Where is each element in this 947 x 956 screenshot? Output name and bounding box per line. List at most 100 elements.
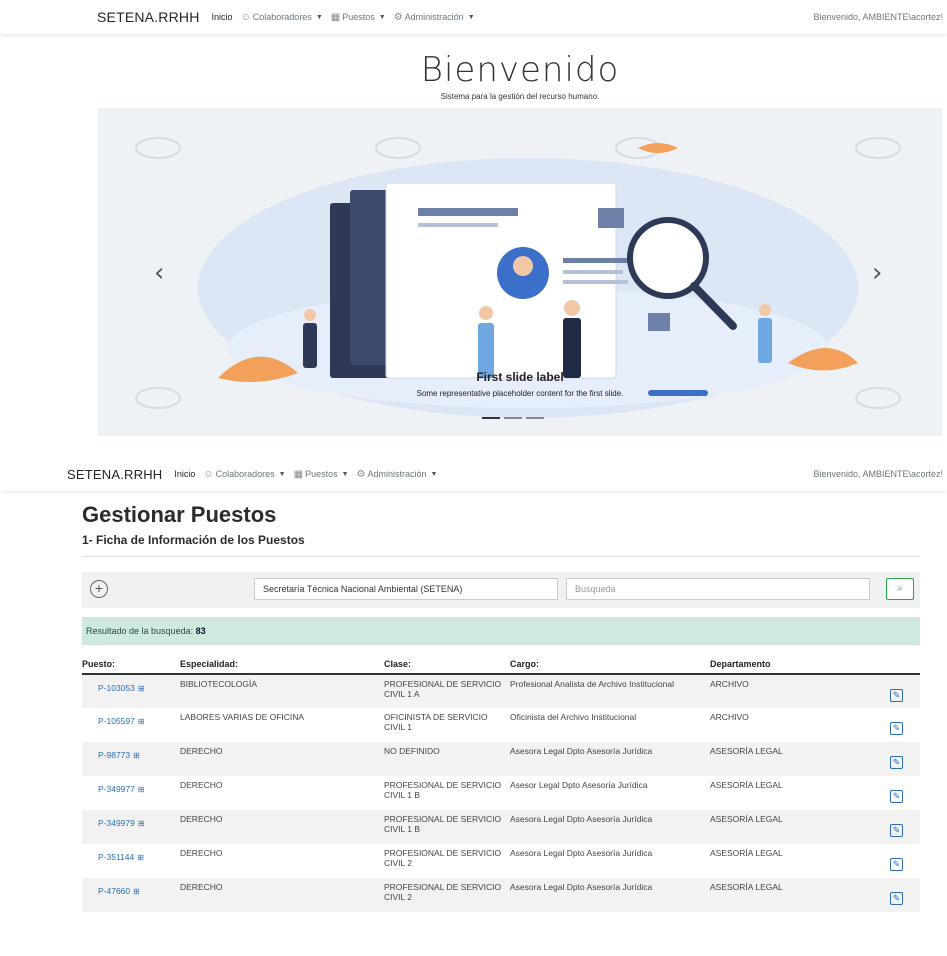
edit-icon[interactable]: ✎ xyxy=(890,790,903,803)
nav-puestos[interactable]: ▦ Puestos ▼ xyxy=(331,12,386,23)
cell-clase: PROFESIONAL DE SERVICIO CIVIL 1 B xyxy=(384,780,502,800)
cell-especialidad: LABORES VARIAS DE OFICINA xyxy=(180,712,305,722)
search-input[interactable]: Busqueda xyxy=(566,578,870,600)
edit-icon[interactable]: ✎ xyxy=(890,722,903,735)
table-row: P-349977 ⊞ DERECHO PROFESIONAL DE SERVICI… xyxy=(82,776,920,810)
nav-administracion[interactable]: ⚙ Administración ▼ xyxy=(357,469,438,480)
puesto-code: P-103053 xyxy=(98,683,135,693)
filter-bar: + Secretaría Técnica Nacional Ambiental … xyxy=(82,572,920,608)
carousel-indicator-3[interactable] xyxy=(526,417,544,419)
puesto-link[interactable]: P-349977 ⊞ xyxy=(82,780,145,794)
external-link-icon: ⊞ xyxy=(137,853,144,862)
cell-clase: NO DEFINIDO xyxy=(384,742,510,776)
welcome-text: Bienvenido, AMBIENTE\acortez! xyxy=(813,12,943,22)
external-link-icon: ⊞ xyxy=(137,819,145,828)
nav-puestos-label: Puestos xyxy=(342,12,375,22)
nav-administracion-label: Administración xyxy=(367,469,427,479)
external-link-icon: ⊞ xyxy=(137,785,145,794)
search-button[interactable]: ⌕ xyxy=(886,578,914,600)
edit-icon[interactable]: ✎ xyxy=(890,756,903,769)
carousel-indicators xyxy=(482,417,544,419)
cell-especialidad: DERECHO xyxy=(180,780,223,790)
caret-down-icon: ▼ xyxy=(315,13,323,21)
institution-select[interactable]: Secretaría Técnica Nacional Ambiental (S… xyxy=(254,578,558,600)
edit-icon[interactable]: ✎ xyxy=(890,824,903,837)
cell-especialidad: DERECHO xyxy=(180,878,384,912)
people-icon: ☺ xyxy=(203,468,214,480)
edit-icon[interactable]: ✎ xyxy=(890,689,903,702)
hero-subtitle: Sistema para la gestión del recurso huma… xyxy=(440,92,600,101)
external-link-icon: ⊞ xyxy=(133,887,140,896)
nav-colaboradores-label: Colaboradores xyxy=(215,469,275,479)
calendar-icon: ▦ xyxy=(330,11,341,23)
cell-clase: OFICINISTA DE SERVICIO CIVIL 1 xyxy=(384,712,488,732)
nav-colaboradores[interactable]: ☺ Colaboradores ▼ xyxy=(203,469,285,480)
carousel-next-icon[interactable]: › xyxy=(872,258,882,288)
result-alert: Resultado de la busqueda: 83 xyxy=(82,617,920,645)
puesto-link[interactable]: P-349979 ⊞ xyxy=(82,814,145,828)
second-navbar: SETENA.RRHH Inicio ☺ Colaboradores ▼ ▦ P… xyxy=(0,457,947,491)
search-icon: ⌕ xyxy=(897,583,903,594)
gear-icon: ⚙ xyxy=(393,11,403,23)
cell-especialidad: BIBLIOTECOLOGÍA xyxy=(180,674,384,708)
puesto-link[interactable]: P-103053 ⊞ xyxy=(82,679,145,693)
puesto-code: P-349977 xyxy=(98,784,135,794)
nav-colaboradores[interactable]: ☺ Colaboradores ▼ xyxy=(241,12,323,23)
cell-departamento: ASESORÍA LEGAL xyxy=(710,848,783,858)
brand-link[interactable]: SETENA.RRHH xyxy=(67,467,162,482)
puesto-link[interactable]: P-98773 ⊞ xyxy=(82,746,140,760)
nav-administracion-label: Administración xyxy=(404,12,464,22)
carousel-prev-icon[interactable]: ‹ xyxy=(154,258,164,288)
cell-departamento: ARCHIVO xyxy=(710,674,880,708)
puesto-code: P-105597 xyxy=(98,716,135,726)
cell-departamento: ASESORÍA LEGAL xyxy=(710,810,880,844)
carousel-illustration xyxy=(135,137,901,418)
external-link-icon: ⊞ xyxy=(133,751,140,760)
caret-down-icon: ▼ xyxy=(378,13,386,21)
brand-link[interactable]: SETENA.RRHH xyxy=(97,9,200,25)
nav-puestos-label: Puestos xyxy=(305,469,338,479)
table-row: P-103053 ⊞ BIBLIOTECOLOGÍA PROFESIONAL DE… xyxy=(82,674,920,708)
carousel-indicator-1[interactable] xyxy=(482,417,500,419)
header-puesto: Puesto: xyxy=(82,656,180,675)
cell-cargo: Asesora Legal Dpto Asesoría Jurídica xyxy=(510,878,710,912)
header-departamento: Departamento xyxy=(710,656,880,675)
puesto-link[interactable]: P-105597 ⊞ xyxy=(82,712,145,726)
hero-title: Bienvenido xyxy=(420,50,620,90)
cell-cargo: Oficinista del Archivo Institucional xyxy=(510,712,637,722)
caret-down-icon: ▼ xyxy=(467,13,475,21)
puesto-code: P-47660 xyxy=(98,886,131,896)
cell-clase: PROFESIONAL DE SERVICIO CIVIL 1 A xyxy=(384,674,510,708)
cell-clase: PROFESIONAL DE SERVICIO CIVIL 2 xyxy=(384,878,510,912)
caret-down-icon: ▼ xyxy=(341,470,349,478)
table-row: P-349979 ⊞ DERECHO PROFESIONAL DE SERVICI… xyxy=(82,810,920,844)
table-row: P-98773 ⊞ DERECHO NO DEFINIDO Asesora Leg… xyxy=(82,742,920,776)
cell-departamento: ARCHIVO xyxy=(710,712,749,722)
cell-especialidad: DERECHO xyxy=(180,742,384,776)
cell-departamento: ASESORÍA LEGAL xyxy=(710,780,783,790)
carousel-indicator-2[interactable] xyxy=(504,417,522,419)
header-especialidad: Especialidad: xyxy=(180,656,384,675)
cell-clase: PROFESIONAL DE SERVICIO CIVIL 1 B xyxy=(384,810,510,844)
edit-icon[interactable]: ✎ xyxy=(890,858,903,871)
divider xyxy=(82,556,920,557)
header-actions xyxy=(880,656,920,675)
external-link-icon: ⊞ xyxy=(137,717,145,726)
caret-down-icon: ▼ xyxy=(278,470,286,478)
puestos-table: Puesto: Especialidad: Clase: Cargo: Depa… xyxy=(82,656,920,912)
header-clase: Clase: xyxy=(384,656,510,675)
puesto-link[interactable]: P-47660 ⊞ xyxy=(82,882,140,896)
nav-puestos[interactable]: ▦ Puestos ▼ xyxy=(294,469,349,480)
add-puesto-button[interactable]: + xyxy=(90,580,108,598)
nav-colaboradores-label: Colaboradores xyxy=(252,12,312,22)
calendar-icon: ▦ xyxy=(293,468,304,480)
nav-inicio[interactable]: Inicio xyxy=(174,469,195,479)
carousel: ‹ › First slide label Some representativ… xyxy=(98,108,942,436)
table-row: P-47660 ⊞ DERECHO PROFESIONAL DE SERVICIO… xyxy=(82,878,920,912)
nav-administracion[interactable]: ⚙ Administración ▼ xyxy=(394,12,475,23)
puesto-link[interactable]: P-351144 ⊞ xyxy=(82,848,144,862)
cell-clase: PROFESIONAL DE SERVICIO CIVIL 2 xyxy=(384,848,502,868)
edit-icon[interactable]: ✎ xyxy=(890,892,903,905)
nav-inicio[interactable]: Inicio xyxy=(212,12,233,22)
table-row: P-351144 ⊞ DERECHO PROFESIONAL DE SERVICI… xyxy=(82,844,920,878)
